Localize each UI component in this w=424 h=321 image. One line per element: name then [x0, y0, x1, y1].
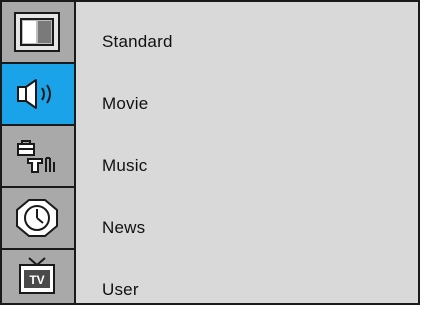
sound-mode-list: Standard Movie Music News User	[76, 2, 418, 303]
osd-menu-panel: TV Standard Movie Music News User	[0, 0, 420, 305]
sound-icon	[14, 74, 60, 114]
list-item-music[interactable]: Music	[102, 135, 147, 197]
tab-sound[interactable]	[2, 64, 74, 126]
tab-tv[interactable]: TV	[2, 250, 74, 303]
tab-picture[interactable]	[2, 2, 74, 64]
tv-icon-text: TV	[29, 273, 44, 287]
list-item-news[interactable]: News	[102, 197, 145, 259]
tab-time[interactable]	[2, 188, 74, 250]
list-item-movie[interactable]: Movie	[102, 73, 148, 135]
clock-icon	[14, 198, 60, 238]
picture-icon	[14, 12, 60, 52]
list-item-user[interactable]: User	[102, 259, 139, 321]
tools-setup-icon	[14, 136, 60, 176]
list-item-standard[interactable]: Standard	[102, 11, 173, 73]
tab-setup[interactable]	[2, 126, 74, 188]
tv-icon: TV	[14, 256, 60, 296]
category-sidebar: TV	[2, 2, 76, 303]
